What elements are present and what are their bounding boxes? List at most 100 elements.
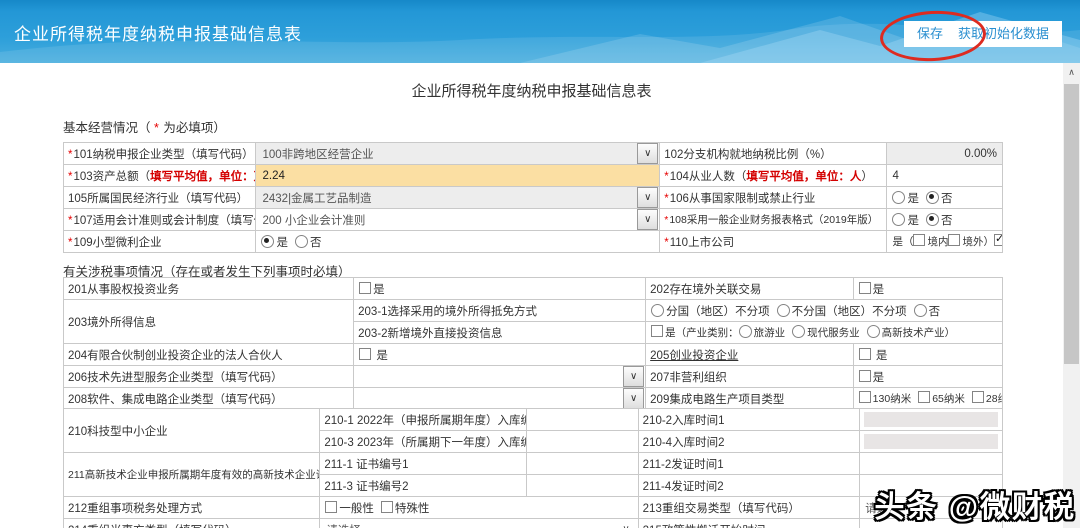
dropdown-arrow-icon[interactable]: ∨ [637, 187, 659, 208]
dropdown-arrow-icon[interactable]: ∨ [637, 143, 659, 164]
label-text: 209集成电路生产项目类型 [650, 393, 785, 406]
value-text: ） [983, 236, 994, 248]
label-text: 211-3 证书编号2 [324, 480, 409, 493]
input-value: 2.24 [262, 169, 285, 182]
label-text: 211-4发证时间2 [642, 480, 724, 493]
table-row: *107适用会计准则或会计制度（填写代码） 200 小企业会计准则∨ *108采… [62, 208, 1003, 231]
checkbox-28nm[interactable] [971, 391, 984, 403]
field-208-select[interactable]: ∨ [355, 388, 645, 409]
field-212-label: 212重组事项税务处理方式 [62, 496, 321, 519]
field-203-1-label: 203-1选择采用的境外所得抵免方式 [353, 299, 647, 322]
vertical-scrollbar[interactable]: ∧ [1063, 63, 1080, 528]
label-text: 210-1 2022年（申报所属期年度）入库编号1 [324, 414, 525, 427]
radio-no-selected[interactable] [925, 190, 939, 204]
dropdown-arrow-icon[interactable]: ∨ [623, 388, 645, 409]
checkbox-yes[interactable] [858, 281, 871, 294]
label-text: 203-1选择采用的境外所得抵免方式 [358, 305, 538, 318]
field-203-label: 203境外所得信息 [62, 299, 355, 344]
field-101-label: *101纳税申报企业类型（填写代码） [62, 142, 257, 165]
label-text: 211高新技术企业申报所属期年度有效的高新技术企业证书 [68, 469, 320, 481]
field-101-select[interactable]: 100非跨地区经营企业 ∨ [256, 143, 659, 164]
radio-yes-selected[interactable] [261, 234, 275, 248]
field-214-select[interactable]: 请选择∨ [321, 520, 637, 528]
header-banner: 企业所得税年度纳税申报基础信息表 保存 获取初始化数据 [0, 0, 1080, 64]
checkbox-domestic[interactable] [913, 234, 926, 246]
basic-info-table: *101纳税申报企业类型（填写代码） 100非跨地区经营企业 ∨ 102分支机构就… [62, 142, 1003, 253]
radio-yes[interactable] [892, 212, 906, 226]
input-value: 4 [892, 169, 899, 182]
checkbox-yes[interactable] [359, 347, 372, 360]
radio-yes[interactable] [892, 190, 906, 204]
field-110-label: *110上市公司 [659, 230, 888, 253]
field-210-3-input[interactable] [525, 430, 639, 453]
radio-no-selected[interactable] [925, 212, 939, 226]
checkbox-label: 是 [376, 349, 388, 362]
field-203-1-radios: 分国（地区）不分项 不分国（地区）不分项 否 [645, 299, 1003, 322]
label-text: 213重组交易类型（填写代码） [642, 502, 800, 515]
field-205-link[interactable]: 205创业投资企业 [650, 350, 738, 362]
radio-hightech[interactable] [866, 325, 880, 338]
checkbox-65nm[interactable] [918, 391, 931, 403]
field-210-2-input[interactable] [864, 412, 998, 427]
app-window: 企业所得税年度纳税申报基础信息表 保存 获取初始化数据 企业所得税年度纳税申报基… [0, 0, 1080, 528]
required-star: * [68, 236, 73, 249]
field-211-2-input[interactable] [859, 452, 1003, 475]
radio-tourism[interactable] [738, 325, 752, 338]
table-row: 212重组事项税务处理方式 一般性 特殊性 213重组交易类型（填写代码） 请选择 [62, 496, 1003, 519]
dropdown-arrow-icon[interactable]: ∨ [622, 524, 637, 528]
checkbox-yes[interactable] [858, 369, 871, 382]
field-206-select-cell: ∨ [353, 365, 647, 388]
radio-label: 是 [907, 214, 919, 227]
radio-modern-service[interactable] [792, 325, 806, 338]
required-star: * [664, 236, 669, 249]
label-text: 210-3 2023年（所属期下一年度）入库编号2 [324, 436, 525, 449]
table-row: 203境外所得信息 203-1选择采用的境外所得抵免方式 分国（地区）不分项 不分… [62, 299, 1003, 344]
field-204-label: 204有限合伙制创业投资企业的法人合伙人 [62, 343, 355, 366]
dropdown-arrow-icon[interactable]: ∨ [623, 366, 645, 387]
table-row: 201从事股权投资业务 是 202存在境外关联交易 是 [62, 277, 1004, 300]
field-202-label: 202存在境外关联交易 [645, 277, 854, 300]
field-211-1-label: 211-1 证书编号1 [319, 452, 527, 475]
checkbox-label: 是 [665, 327, 676, 339]
field-208-label: 208软件、集成电路企业类型（填写代码） [62, 387, 355, 410]
field-211-3-input[interactable] [525, 474, 639, 497]
field-206-select[interactable]: ∨ [355, 366, 645, 387]
field-104-label: *104从业人数（填写平均值，单位：人） [659, 164, 888, 187]
dropdown-arrow-icon[interactable]: ∨ [637, 209, 659, 230]
radio-label: 分国（地区）不分项 [666, 305, 770, 318]
scroll-up-icon[interactable]: ∧ [1063, 63, 1080, 83]
checkbox-yes[interactable] [359, 281, 372, 294]
radio-no[interactable] [913, 303, 927, 317]
tax-matters-table-upper: 201从事股权投资业务 是 202存在境外关联交易 是 203境外所得信息 20… [62, 277, 1004, 410]
checkbox-label: 130纳米 [872, 393, 912, 405]
field-210-4-input[interactable] [864, 434, 998, 449]
field-109-radios: 是否 [255, 230, 661, 253]
field-209-label: 209集成电路生产项目类型 [645, 387, 854, 410]
field-210-1-input[interactable] [525, 408, 639, 431]
checkbox-overseas[interactable] [948, 234, 961, 246]
field-211-1-input[interactable] [525, 452, 639, 475]
field-105-select[interactable]: 2432|金属工艺品制造 ∨ [256, 187, 659, 208]
get-init-data-button[interactable]: 获取初始化数据 [944, 21, 1062, 47]
field-205-checkbox: 是 [852, 343, 1004, 366]
value-text: 是（ [892, 236, 914, 248]
checkbox-special[interactable] [380, 500, 393, 513]
radio-no[interactable] [294, 234, 308, 248]
label-text: 108采用一般企业财务报表格式（2019年版） [669, 214, 879, 226]
table-row: 208软件、集成电路企业类型（填写代码） ∨ 209集成电路生产项目类型 130… [62, 387, 1004, 410]
field-214-select-cell: 请选择∨ [319, 518, 639, 528]
field-107-select[interactable]: 200 小企业会计准则 ∨ [257, 209, 659, 230]
checkbox-general[interactable] [325, 500, 338, 513]
scrollbar-thumb[interactable] [1064, 84, 1079, 364]
field-103-input[interactable]: 2.24 [256, 165, 659, 186]
checkbox-130nm[interactable] [858, 391, 871, 403]
field-104-input[interactable]: 4 [886, 164, 1003, 187]
radio-by-country[interactable] [651, 303, 665, 317]
table-row: 204有限合伙制创业投资企业的法人合伙人 是 205创业投资企业 是 [62, 343, 1004, 366]
checkbox-yes[interactable] [651, 325, 664, 337]
field-108-label: *108采用一般企业财务报表格式（2019年版） [659, 208, 888, 231]
checkbox-yes[interactable] [858, 347, 871, 360]
radio-not-by-country[interactable] [776, 303, 790, 317]
checkbox-label: 是 [373, 283, 385, 296]
checkbox-no-checked[interactable] [993, 232, 1002, 246]
